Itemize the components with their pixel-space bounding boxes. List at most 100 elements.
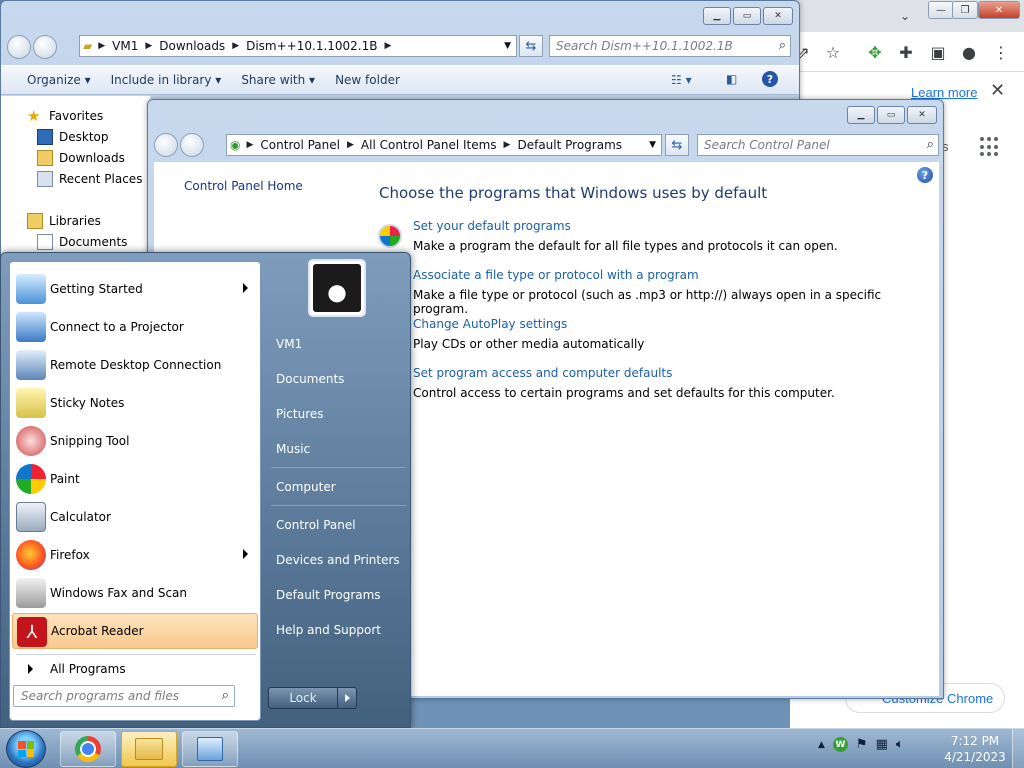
start-link-default-programs[interactable]: Default Programs [276, 588, 381, 602]
cpanel-refresh-button[interactable]: ⇆ [665, 134, 689, 156]
program-label: Getting Started [50, 282, 143, 296]
new-folder-button[interactable]: New folder [329, 73, 414, 87]
extension-w-icon[interactable]: ✥ [862, 39, 888, 65]
action-center-flag-icon[interactable]: ⚑ [856, 737, 868, 752]
google-apps-icon[interactable] [980, 137, 1000, 157]
program-acrobat-reader[interactable]: ⅄ Acrobat Reader [12, 613, 258, 649]
set-default-programs-link[interactable]: Set your default programs [413, 219, 838, 233]
network-icon[interactable]: ▦ [876, 737, 888, 752]
program-access-link[interactable]: Set program access and computer defaults [413, 366, 835, 380]
explorer-close-button[interactable]: ✕ [763, 7, 793, 25]
program-firefox[interactable]: Firefox [12, 537, 258, 573]
show-hidden-icons-icon[interactable]: ▲ [818, 740, 825, 750]
shutdown-options-button[interactable] [337, 687, 357, 709]
nav-downloads[interactable]: Downloads [37, 150, 125, 166]
breadcrumb-vm1[interactable]: VM1 [108, 39, 142, 53]
chrome-minimize-button[interactable]: — [928, 1, 954, 19]
volume-icon[interactable]: 🔈︎ [896, 737, 904, 752]
program-connect-projector[interactable]: Connect to a Projector [12, 309, 258, 345]
help-icon[interactable]: ? [762, 71, 778, 87]
address-dropdown-icon[interactable]: ▼ [649, 140, 656, 150]
show-desktop-button[interactable] [1012, 729, 1024, 768]
breadcrumb-dism[interactable]: Dism++10.1.1002.1B [242, 39, 381, 53]
program-snipping-tool[interactable]: Snipping Tool [12, 423, 258, 459]
start-link-computer[interactable]: Computer [276, 480, 336, 494]
dismiss-close-icon[interactable]: ✕ [990, 80, 1005, 101]
explorer-refresh-button[interactable]: ⇆ [519, 35, 543, 57]
taskbar-explorer-button[interactable] [121, 731, 177, 767]
program-remote-desktop[interactable]: Remote Desktop Connection [12, 347, 258, 383]
cpanel-search-input[interactable]: Search Control Panel ⌕ [697, 134, 939, 156]
program-sticky-notes[interactable]: Sticky Notes [12, 385, 258, 421]
cpanel-minimize-button[interactable]: ▁ [847, 106, 875, 124]
cpanel-forward-button[interactable] [180, 133, 204, 157]
control-panel-home-link[interactable]: Control Panel Home [184, 179, 303, 193]
cpanel-address-bar[interactable]: ◉ ▶ Control Panel ▶ All Control Panel It… [226, 134, 662, 156]
all-programs-button[interactable]: All Programs [22, 660, 126, 678]
taskbar-chrome-button[interactable] [60, 731, 116, 767]
explorer-minimize-button[interactable]: ▁ [703, 7, 731, 25]
taskbar: ▲ W ⚑ ▦ 🔈︎ 7:12 PM 4/21/2023 [0, 728, 1024, 768]
cpanel-back-button[interactable] [154, 133, 178, 157]
nav-documents[interactable]: Documents [37, 234, 127, 250]
include-in-library-button[interactable]: Include in library ▾ [105, 73, 236, 87]
back-button[interactable] [7, 35, 31, 59]
explorer-nav-buttons [7, 33, 57, 61]
user-avatar[interactable] [308, 259, 366, 317]
breadcrumb-downloads[interactable]: Downloads [155, 39, 229, 53]
learn-more-link[interactable]: Learn more [911, 85, 977, 100]
explorer-search-input[interactable]: Search Dism++10.1.1002.1B ⌕ [549, 35, 791, 57]
change-autoplay-link[interactable]: Change AutoPlay settings [413, 317, 644, 331]
forward-button[interactable] [33, 35, 57, 59]
taskbar-control-panel-button[interactable] [182, 731, 238, 767]
task-description: Play CDs or other media automatically [413, 337, 645, 351]
nav-libraries[interactable]: Libraries [27, 213, 101, 229]
side-panel-icon[interactable]: ▣ [925, 39, 951, 65]
start-link-control-panel[interactable]: Control Panel [276, 518, 356, 532]
program-getting-started[interactable]: Getting Started [12, 271, 258, 307]
clock[interactable]: 7:12 PM 4/21/2023 [940, 733, 1010, 765]
nav-recent-places[interactable]: Recent Places [37, 171, 142, 187]
start-link-pictures[interactable]: Pictures [276, 407, 324, 421]
tray-app-w-icon[interactable]: W [832, 737, 848, 752]
start-divider [16, 654, 256, 655]
view-options-icon[interactable]: ☷ ▾ [671, 73, 692, 87]
extensions-puzzle-icon[interactable]: ✚ [893, 39, 919, 65]
start-button[interactable] [6, 730, 46, 768]
share-with-button[interactable]: Share with ▾ [235, 73, 329, 87]
nav-desktop[interactable]: Desktop [37, 129, 109, 145]
cpanel-close-button[interactable]: ✕ [907, 106, 937, 124]
explorer-address-bar[interactable]: ▰ ▶ VM1 ▶ Downloads ▶ Dism++10.1.1002.1B… [79, 35, 517, 57]
breadcrumb-default-programs[interactable]: Default Programs [513, 138, 626, 152]
nav-favorites[interactable]: ★ Favorites [27, 108, 103, 124]
profile-avatar-icon[interactable]: ● [956, 39, 982, 65]
explorer-maximize-button[interactable]: ▭ [733, 7, 761, 25]
tab-search-chevron-icon[interactable]: ⌄ [892, 3, 918, 29]
breadcrumb-control-panel[interactable]: Control Panel [256, 138, 344, 152]
acrobat-reader-icon: ⅄ [17, 617, 47, 647]
help-icon[interactable]: ? [917, 167, 933, 183]
start-link-documents[interactable]: Documents [276, 372, 344, 386]
lock-button[interactable]: Lock [268, 687, 338, 709]
address-dropdown-icon[interactable]: ▼ [504, 41, 511, 51]
chrome-restore-button[interactable]: ❐ [952, 1, 978, 19]
kebab-menu-icon[interactable]: ⋮ [988, 39, 1014, 65]
associate-file-type-link[interactable]: Associate a file type or protocol with a… [413, 268, 939, 282]
user-picture [313, 264, 361, 312]
start-link-help-support[interactable]: Help and Support [276, 623, 381, 637]
start-link-music[interactable]: Music [276, 442, 310, 456]
start-search-input[interactable]: Search programs and files ⌕ [13, 685, 235, 707]
program-label: Connect to a Projector [50, 320, 184, 334]
preview-pane-icon[interactable]: ◧ [726, 72, 737, 86]
program-paint[interactable]: Paint [12, 461, 258, 497]
organize-button[interactable]: Organize ▾ [1, 73, 105, 87]
program-calculator[interactable]: Calculator [12, 499, 258, 535]
start-link-devices-printers[interactable]: Devices and Printers [276, 553, 400, 567]
bookmark-star-icon[interactable]: ☆ [820, 39, 846, 65]
chrome-close-button[interactable]: ✕ [978, 1, 1020, 19]
cpanel-maximize-button[interactable]: ▭ [877, 106, 905, 124]
control-panel-icon: ◉ [230, 138, 241, 152]
start-link-user[interactable]: VM1 [276, 337, 302, 351]
breadcrumb-all-items[interactable]: All Control Panel Items [357, 138, 501, 152]
program-fax-scan[interactable]: Windows Fax and Scan [12, 575, 258, 611]
